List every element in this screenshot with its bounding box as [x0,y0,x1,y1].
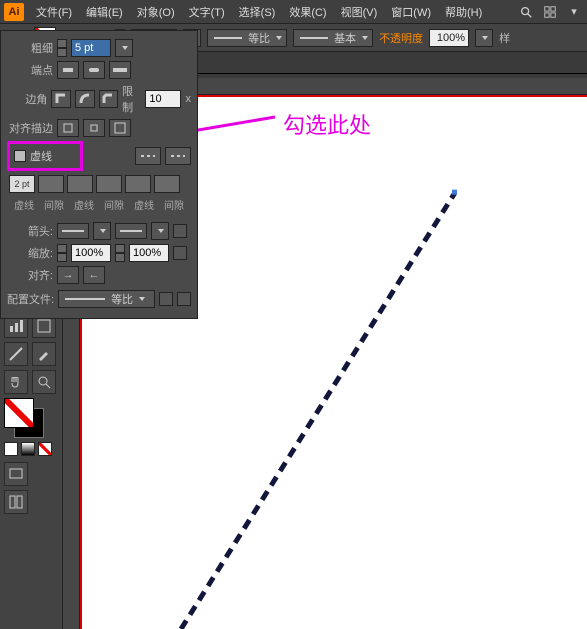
scale1-field[interactable]: 100% [71,244,111,262]
cap-square-button[interactable] [109,61,131,79]
weight-dropdown[interactable] [115,39,133,57]
menu-view[interactable]: 视图(V) [335,2,384,22]
dash-preserve-button[interactable] [135,147,161,165]
scale2-field[interactable]: 100% [129,244,169,262]
style-suffix-label: 样 [499,30,510,46]
menu-select[interactable]: 选择(S) [233,2,282,22]
arrange-icon[interactable] [541,3,559,21]
gap-field-1[interactable] [38,175,64,193]
gap-field-3[interactable] [154,175,180,193]
menu-file[interactable]: 文件(F) [30,2,78,22]
dash-checkbox[interactable] [14,150,26,162]
link-scale-icon[interactable] [173,246,187,260]
corner-label: 边角 [7,91,47,107]
flip-across-icon[interactable] [159,292,173,306]
menu-object[interactable]: 对象(O) [131,2,181,22]
stroke-panel: 粗细 5 pt 端点 边角 限制 10 x 对齐描边 虚线 2 pt [0,30,198,319]
align-stroke-label: 对齐描边 [7,120,53,136]
search-icon[interactable] [517,3,535,21]
cap-label: 端点 [7,62,53,78]
weight-field[interactable]: 5 pt [71,39,111,57]
cap-butt-button[interactable] [57,61,79,79]
limit-field[interactable]: 10 [145,90,181,108]
align-inside-button[interactable] [83,119,105,137]
flip-along-icon[interactable] [177,292,191,306]
variable-width-dropdown[interactable]: 等比 [207,29,287,47]
arrow-label: 箭头: [7,223,53,239]
limit-label: 限制 [122,83,141,115]
scale2-stepper[interactable] [115,244,125,262]
fill-swatch-front[interactable] [4,398,34,428]
dash-checkbox-wrap[interactable]: 虚线 [7,141,83,171]
fill-stroke-stack[interactable] [4,398,50,438]
dash-sublabels: 虚线间隙虚线间隙虚线间隙 [11,197,191,212]
color-mode-icon[interactable] [4,442,18,456]
profile-label: 配置文件: [7,291,54,307]
eyedropper-tool-icon[interactable] [32,342,56,366]
menu-text[interactable]: 文字(T) [183,2,231,22]
align-end-button[interactable]: ← [83,266,105,284]
limit-x-label: x [185,93,191,105]
hand-tool-icon[interactable] [4,370,28,394]
align-center-button[interactable] [57,119,79,137]
brush-dropdown[interactable]: 基本 [293,29,373,47]
menu-help[interactable]: 帮助(H) [439,2,488,22]
dash-field-3[interactable] [125,175,151,193]
edit-toolbar-icon[interactable] [4,490,28,514]
arrow-end-dropdown[interactable] [115,223,147,239]
app-badge: Ai [4,3,24,21]
corner-round-button[interactable] [75,90,95,108]
weight-stepper[interactable] [57,39,67,57]
gradient-mode-icon[interactable] [21,442,35,456]
menu-bar: Ai 文件(F) 编辑(E) 对象(O) 文字(T) 选择(S) 效果(C) 视… [0,0,587,24]
zoom-tool-icon[interactable] [32,370,56,394]
corner-bevel-button[interactable] [99,90,119,108]
align-arrow-label: 对齐: [7,267,53,283]
slice-tool-icon[interactable] [4,342,28,366]
dash-field-2[interactable] [67,175,93,193]
dash-align-button[interactable] [165,147,191,165]
dash-field-1[interactable]: 2 pt [9,175,35,193]
arrow-end-caret[interactable] [151,222,169,240]
menu-effect[interactable]: 效果(C) [283,2,332,22]
chevron-down-icon[interactable]: ▾ [565,3,583,21]
opacity-dropdown[interactable] [475,29,493,47]
scale-label: 缩放: [7,245,53,261]
menu-edit[interactable]: 编辑(E) [80,2,129,22]
none-mode-icon[interactable] [38,442,52,456]
cap-round-button[interactable] [83,61,105,79]
annotation-text: 勾选此处 [283,108,371,140]
gap-field-2[interactable] [96,175,122,193]
arrow-start-dropdown[interactable] [57,223,89,239]
menu-right-icons: ▾ [517,3,583,21]
profile-dropdown[interactable]: 等比 [58,290,155,308]
opacity-label[interactable]: 不透明度 [379,30,423,46]
arrow-start-caret[interactable] [93,222,111,240]
corner-miter-button[interactable] [51,90,71,108]
dash-checkbox-label: 虚线 [30,148,52,164]
align-tip-button[interactable]: → [57,266,79,284]
swap-arrows-icon[interactable] [173,224,187,238]
weight-label: 粗细 [7,40,53,56]
align-outside-button[interactable] [109,119,131,137]
screen-mode-icon[interactable] [4,462,28,486]
opacity-field[interactable]: 100% [429,29,469,47]
menu-window[interactable]: 窗口(W) [385,2,437,22]
scale1-stepper[interactable] [57,244,67,262]
tool-strip [0,310,63,629]
